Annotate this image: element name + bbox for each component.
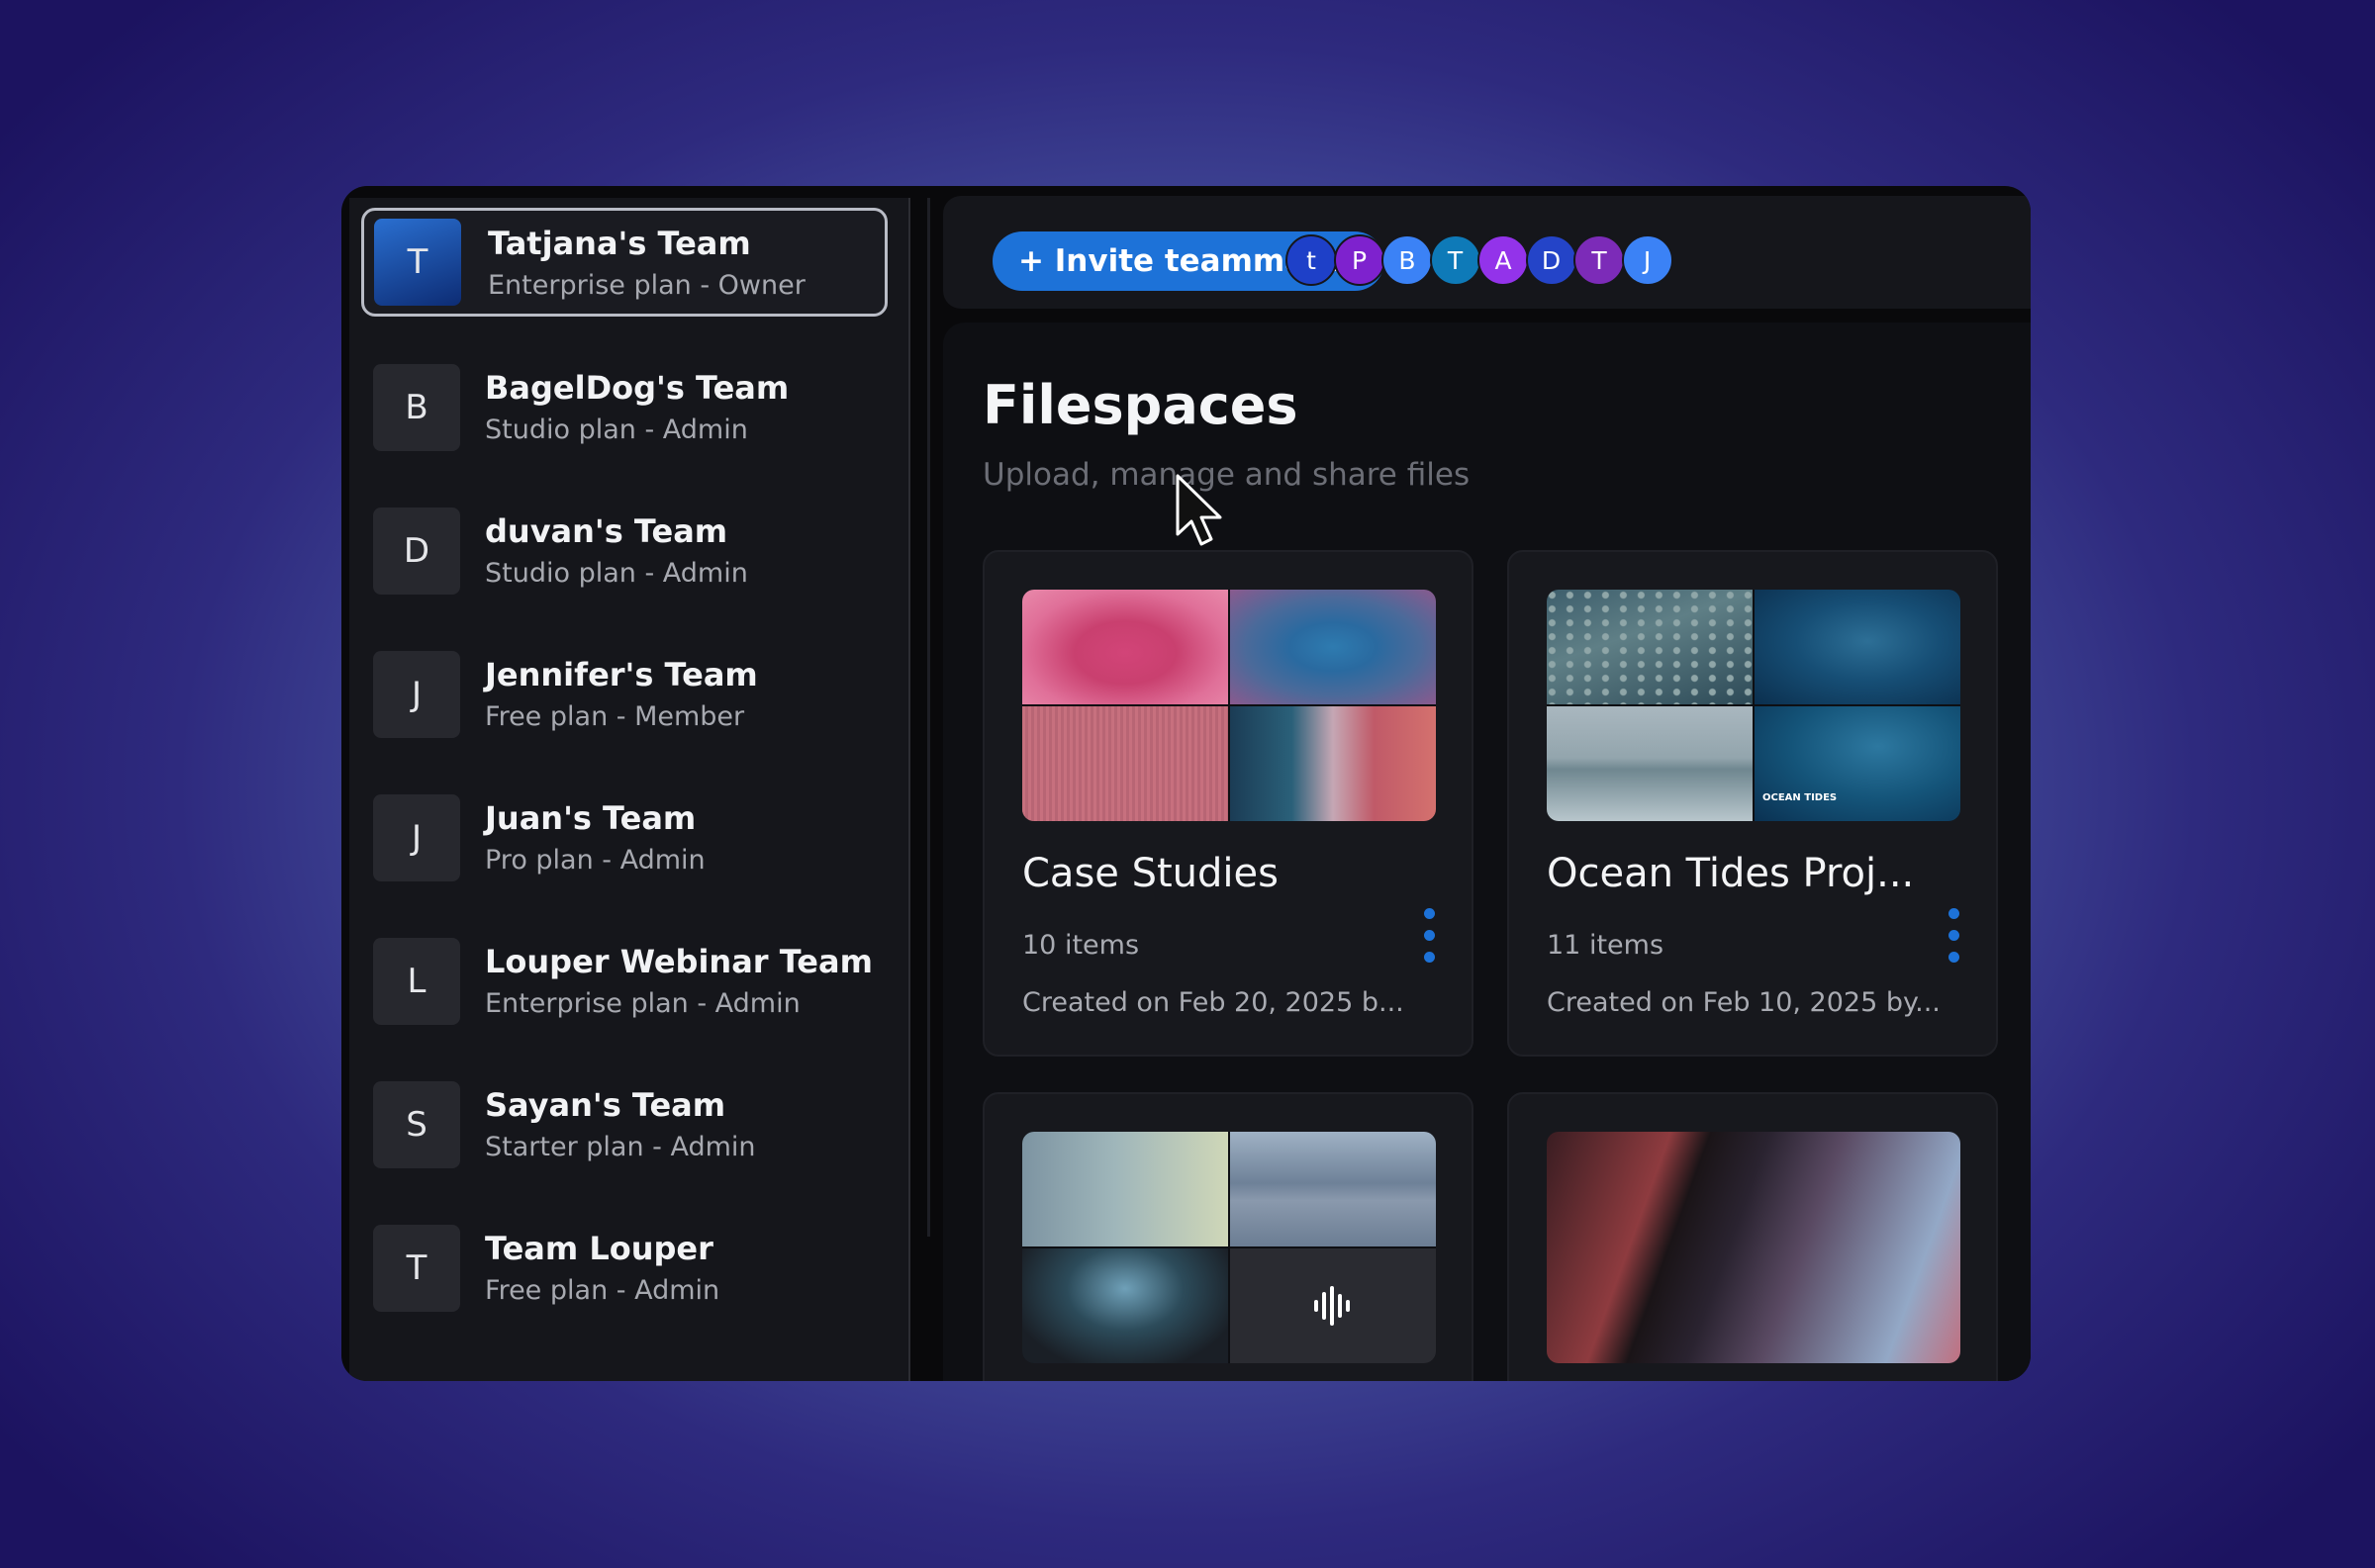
filespace-card-3[interactable] <box>983 1092 1473 1381</box>
thumbnail-tile: OCEAN TIDES <box>1755 706 1960 821</box>
team-avatar: D <box>373 507 460 595</box>
thumbnail-tile <box>1022 1132 1228 1246</box>
thumbnail-tile <box>1230 590 1436 704</box>
filespace-created: Created on Feb 10, 2025 by... <box>1547 987 1941 1018</box>
team-name: Juan's Team <box>485 799 697 837</box>
thumbnail-caption: OCEAN TIDES <box>1762 792 1838 803</box>
more-options-icon[interactable] <box>1948 908 1960 964</box>
team-name: Sayan's Team <box>485 1086 726 1124</box>
team-plan: Free plan - Admin <box>485 1275 720 1306</box>
filespace-thumbnail <box>1022 590 1436 821</box>
thumbnail-tile <box>1022 1248 1228 1363</box>
page-title: Filespaces <box>983 374 1298 436</box>
audio-waveform-icon <box>1314 1286 1350 1326</box>
team-plan: Free plan - Member <box>485 701 745 732</box>
filespace-title: Case Studies <box>1022 851 1279 896</box>
team-name: Tatjana's Team <box>488 225 751 262</box>
member-avatar[interactable]: T <box>1429 234 1481 286</box>
page-subtitle: Upload, manage and share files <box>983 457 1471 493</box>
thumbnail-tile <box>1230 706 1436 821</box>
team-plan: Studio plan - Admin <box>485 558 748 589</box>
filespace-card-ocean-tides[interactable]: OCEAN TIDES Ocean Tides Proj... 11 items… <box>1507 550 1998 1057</box>
team-item-sayan[interactable]: S Sayan's Team Starter plan - Admin <box>361 1068 888 1177</box>
mouse-cursor-icon <box>1176 474 1222 546</box>
team-plan: Enterprise plan - Owner <box>488 270 806 301</box>
member-avatar[interactable]: A <box>1477 234 1529 286</box>
member-avatar[interactable]: P <box>1333 234 1385 286</box>
thumbnail-tile <box>1547 706 1753 821</box>
app-window: T Tatjana's Team Enterprise plan - Owner… <box>341 186 2031 1381</box>
filespace-item-count: 11 items <box>1547 930 1664 961</box>
team-avatar: S <box>373 1081 460 1168</box>
team-plan: Pro plan - Admin <box>485 845 706 876</box>
team-avatar: J <box>373 794 460 881</box>
filespace-thumbnail: OCEAN TIDES <box>1547 590 1960 821</box>
member-avatar[interactable]: D <box>1525 234 1577 286</box>
team-name: Team Louper <box>485 1230 713 1267</box>
thumbnail-tile <box>1230 1132 1436 1246</box>
panel-divider <box>927 198 930 1237</box>
team-plan: Enterprise plan - Admin <box>485 988 801 1019</box>
team-item-duvan[interactable]: D duvan's Team Studio plan - Admin <box>361 495 888 603</box>
filespaces-panel: Filespaces Upload, manage and share file… <box>943 323 2031 1381</box>
member-avatar[interactable]: B <box>1381 234 1433 286</box>
thumbnail-tile <box>1022 706 1228 821</box>
filespace-card-case-studies[interactable]: Case Studies 10 items Created on Feb 20,… <box>983 550 1473 1057</box>
team-avatar: T <box>373 1225 460 1312</box>
team-item-tatjana[interactable]: T Tatjana's Team Enterprise plan - Owner <box>361 208 888 317</box>
team-name: duvan's Team <box>485 512 728 550</box>
filespace-title: Ocean Tides Proj... <box>1547 851 1915 896</box>
team-name: Louper Webinar Team <box>485 943 873 980</box>
filespace-thumbnail <box>1022 1132 1436 1363</box>
team-avatar: B <box>373 364 460 451</box>
team-switcher-sidebar: T Tatjana's Team Enterprise plan - Owner… <box>349 198 910 1381</box>
filespace-thumbnail <box>1547 1132 1960 1363</box>
member-avatar[interactable]: T <box>1573 234 1625 286</box>
team-name: BagelDog's Team <box>485 369 790 407</box>
team-item-bageldog[interactable]: B BagelDog's Team Studio plan - Admin <box>361 351 888 460</box>
thumbnail-tile <box>1547 1132 1960 1363</box>
team-plan: Studio plan - Admin <box>485 415 748 445</box>
filespace-item-count: 10 items <box>1022 930 1140 961</box>
team-plan: Starter plan - Admin <box>485 1132 756 1162</box>
more-options-icon[interactable] <box>1424 908 1436 964</box>
thumbnail-tile <box>1022 590 1228 704</box>
team-item-jennifer[interactable]: J Jennifer's Team Free plan - Member <box>361 638 888 747</box>
team-avatar: J <box>373 651 460 738</box>
team-avatar: T <box>374 219 461 306</box>
filespace-card-4[interactable] <box>1507 1092 1998 1381</box>
thumbnail-tile <box>1547 590 1753 704</box>
team-item-team-louper[interactable]: T Team Louper Free plan - Admin <box>361 1212 888 1321</box>
filespace-created: Created on Feb 20, 2025 b... <box>1022 987 1404 1018</box>
team-item-louper-webinar[interactable]: L Louper Webinar Team Enterprise plan - … <box>361 925 888 1034</box>
team-name: Jennifer's Team <box>485 656 758 693</box>
member-avatar[interactable]: t <box>1285 234 1337 286</box>
team-item-juan[interactable]: J Juan's Team Pro plan - Admin <box>361 782 888 890</box>
top-bar: + Invite teammates tPBTADTJ <box>943 196 2031 309</box>
audio-file-tile <box>1230 1248 1436 1363</box>
member-avatar[interactable]: J <box>1621 234 1673 286</box>
team-avatar: L <box>373 938 460 1025</box>
thumbnail-tile <box>1755 590 1960 704</box>
